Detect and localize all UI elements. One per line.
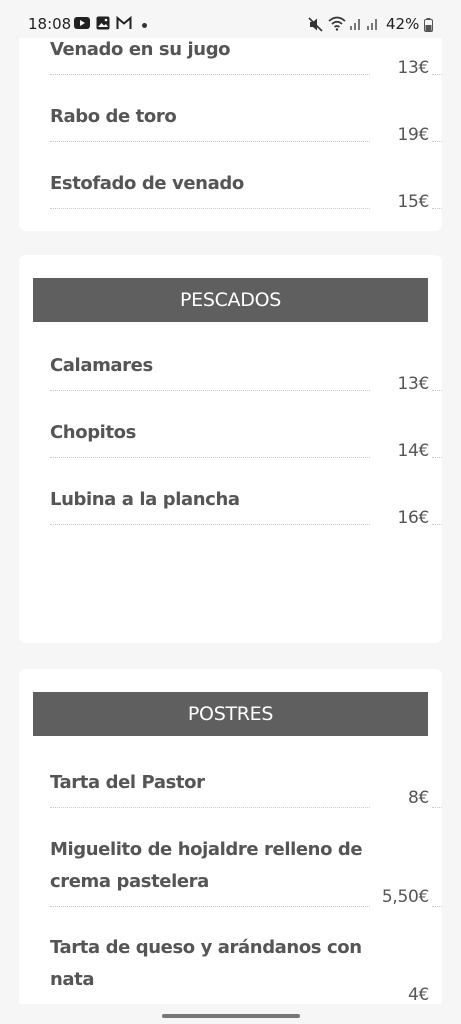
signal-icon (367, 19, 377, 30)
app-screen: 18:08 42% Venado en su jugo 13€ Rabo de … (0, 0, 461, 1024)
dotted-leader (50, 457, 370, 458)
mute-icon (308, 17, 323, 32)
menu-section-card: POSTRES Tarta del Pastor 8€ Miguelito de… (19, 669, 442, 1024)
dotted-leader (50, 141, 370, 142)
battery-percent: 42% (386, 15, 420, 33)
dotted-leader (432, 524, 442, 525)
section-header-pescados: PESCADOS (33, 278, 428, 322)
dotted-leader (50, 390, 370, 391)
menu-item-name: Tarta de queso y arándanos con nata (50, 937, 362, 990)
wifi-icon (328, 16, 346, 31)
menu-item-price: 4€ (407, 985, 429, 1005)
dotted-leader (432, 807, 442, 808)
dotted-leader (50, 208, 370, 209)
dotted-leader (50, 524, 370, 525)
dotted-leader (432, 390, 442, 391)
dotted-leader (432, 208, 442, 209)
notification-dot (142, 23, 147, 28)
menu-item-name: Calamares (50, 355, 153, 376)
menu-section-card: Venado en su jugo 13€ Rabo de toro 19€ E… (19, 28, 442, 231)
menu-item-price: 13€ (397, 374, 429, 394)
menu-item-name: Miguelito de hojaldre relleno de crema p… (50, 839, 363, 892)
menu-item-price: 13€ (397, 58, 429, 78)
section-header-postres: POSTRES (33, 692, 428, 736)
menu-item-name: Venado en su jugo (50, 39, 231, 60)
signal-icon (350, 19, 360, 30)
navigation-bar (0, 1004, 461, 1024)
menu-item-name: Chopitos (50, 422, 136, 443)
youtube-icon (74, 17, 90, 29)
menu-item-price: 14€ (397, 441, 429, 461)
menu-item-price: 19€ (397, 125, 429, 145)
menu-item-name: Estofado de venado (50, 173, 244, 194)
menu-item-name: Rabo de toro (50, 106, 177, 127)
dotted-leader (432, 457, 442, 458)
menu-section-card: PESCADOS Calamares 13€ Chopitos 14€ Lubi… (19, 255, 442, 643)
menu-item-price: 16€ (397, 508, 429, 528)
dotted-leader (50, 906, 370, 907)
home-gesture-handle[interactable] (162, 1014, 300, 1018)
menu-item-price: 15€ (397, 192, 429, 212)
menu-item-name: Lubina a la plancha (50, 489, 240, 510)
gmail-icon (116, 16, 132, 29)
status-bar: 18:08 42% (0, 0, 461, 38)
menu-item-price: 8€ (407, 788, 429, 808)
gallery-icon (96, 16, 110, 30)
dotted-leader (432, 906, 442, 907)
status-time: 18:08 (28, 15, 72, 33)
dotted-leader (432, 74, 442, 75)
battery-icon (424, 18, 433, 32)
menu-item-name: Tarta del Pastor (50, 772, 205, 793)
dotted-leader (432, 141, 442, 142)
menu-item-price: 5,50€ (381, 887, 429, 907)
dotted-leader (50, 74, 370, 75)
dotted-leader (50, 807, 370, 808)
